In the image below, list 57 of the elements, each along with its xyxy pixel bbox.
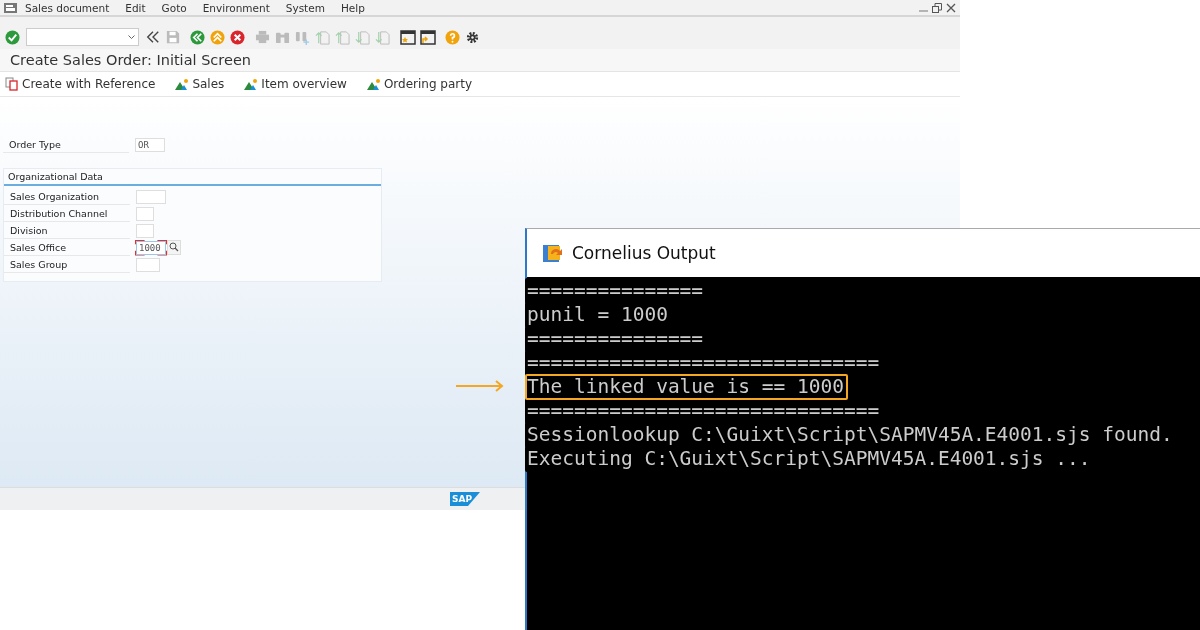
input-field[interactable] (136, 206, 154, 221)
field-label: Distribution Channel (4, 205, 130, 222)
double-chevron-left-icon (145, 30, 160, 44)
field-label: Sales Group (4, 256, 130, 273)
menu-item[interactable]: System (277, 1, 333, 14)
input-field[interactable] (136, 189, 166, 204)
page-down-icon (375, 29, 390, 45)
toolbar-button[interactable]: Sales (175, 77, 225, 91)
sap-logo: SAP (450, 492, 480, 506)
field-label: Division (4, 222, 130, 239)
check-icon (5, 29, 20, 45)
help-icon (445, 29, 460, 45)
screen-title: Create Sales Order: Initial Screen (0, 49, 960, 72)
menu-icon (4, 2, 17, 13)
menu-item[interactable]: Goto (153, 1, 195, 14)
page-down-icon (355, 29, 370, 45)
app-logo-icon (542, 242, 564, 264)
restore-icon[interactable] (932, 2, 942, 13)
field-label: Sales Organization (4, 188, 130, 205)
command-field[interactable] (26, 28, 139, 46)
mountain-icon (175, 78, 190, 90)
mountain-icon (244, 78, 259, 90)
toolbar-button[interactable] (144, 28, 161, 46)
save-icon (165, 30, 180, 44)
dropdown-caret-icon (128, 34, 135, 40)
group-title: Organizational Data (4, 169, 381, 186)
input-field[interactable]: 1000 (136, 240, 166, 255)
field-label: Sales Office (4, 239, 130, 256)
binoculars-icon (275, 30, 290, 44)
gear-icon (465, 29, 480, 45)
input-field[interactable]: OR (135, 137, 165, 152)
menu-item[interactable]: Environment (194, 1, 278, 14)
menu-item[interactable]: Sales document (17, 1, 118, 14)
page-up-icon (315, 29, 330, 45)
window-title: Cornelius Output (572, 243, 716, 263)
toolbar-button[interactable]: Item overview (244, 77, 347, 91)
toolbar-button[interactable] (419, 28, 436, 46)
menu-item[interactable]: Help (332, 1, 373, 14)
copy-document-icon (5, 77, 19, 91)
close-icon[interactable] (946, 2, 956, 13)
back-icon (190, 29, 205, 45)
up-icon (210, 29, 225, 45)
toolbar-button[interactable]: Ordering party (366, 77, 473, 91)
printer-icon (255, 30, 270, 44)
mountain-icon (366, 78, 381, 90)
field-label: Order Type (3, 136, 129, 153)
cancel-icon (230, 29, 245, 45)
toolbar-button[interactable] (229, 28, 246, 46)
search-icon[interactable] (167, 240, 181, 255)
toolbar-button[interactable]: Create with Reference (5, 77, 156, 91)
binoculars-plus-icon (295, 29, 310, 45)
page-up-icon (335, 29, 350, 45)
input-field[interactable] (136, 223, 154, 238)
input-field[interactable] (136, 257, 160, 272)
menu-item[interactable]: Edit (117, 1, 154, 14)
toolbar-button[interactable] (399, 28, 416, 46)
arrow-icon (456, 380, 506, 392)
